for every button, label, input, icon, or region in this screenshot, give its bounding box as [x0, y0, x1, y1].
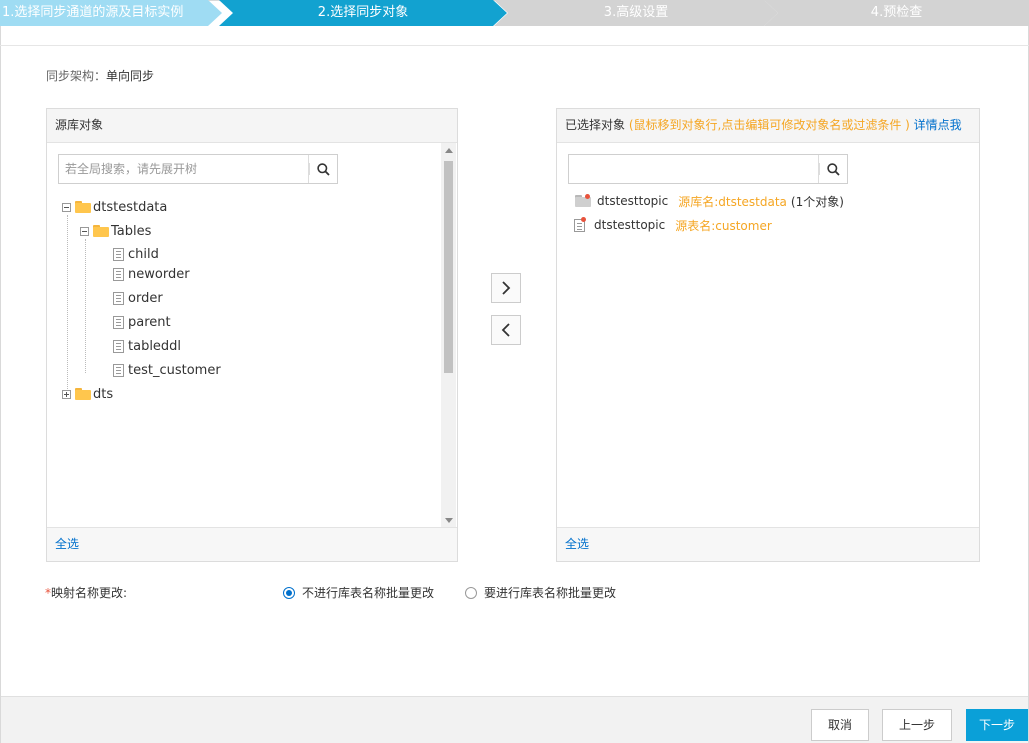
- tree-node-table[interactable]: neworder: [113, 265, 190, 283]
- wizard-steps: 1.选择同步通道的源及目标实例 2.选择同步对象 3.高级设置 4.预检查: [0, 0, 1029, 26]
- footer-bar: [1, 696, 1028, 743]
- cancel-button[interactable]: 取消: [811, 709, 869, 741]
- move-left-button[interactable]: [491, 315, 521, 345]
- source-search-button[interactable]: [308, 155, 337, 183]
- step-3: 3.高级设置: [494, 0, 778, 26]
- tree-guide-line: [67, 215, 68, 397]
- step-3-label: 3.高级设置: [603, 5, 669, 20]
- source-tree-scrollbar[interactable]: [441, 143, 456, 527]
- mapping-rename-label: *映射名称更改:: [45, 584, 127, 601]
- header-divider: [0, 45, 1029, 46]
- scroll-down-arrow[interactable]: [441, 513, 456, 527]
- triangle-up-icon: [444, 147, 453, 153]
- tree-node-label: neworder: [128, 266, 190, 282]
- selected-select-all-link[interactable]: 全选: [565, 537, 589, 551]
- previous-step-button[interactable]: 上一步: [882, 709, 952, 741]
- folder-icon: [75, 388, 91, 400]
- radio-no-rename[interactable]: 不进行库表名称批量更改: [283, 584, 434, 601]
- selected-item-name: dtstesttopic: [594, 218, 666, 232]
- tree-node-table[interactable]: tableddl: [113, 337, 181, 355]
- tree-guide-line: [85, 239, 86, 373]
- tree-node-label: test_customer: [128, 362, 221, 378]
- tree-node-label: order: [128, 290, 163, 306]
- search-icon: [826, 162, 840, 176]
- tree-node-db-dts[interactable]: dts: [62, 385, 113, 403]
- selected-panel-header: 已选择对象 (鼠标移到对象行,点击编辑可修改对象名或过滤条件 ) 详情点我: [557, 109, 979, 143]
- tree-node-label: Tables: [111, 223, 152, 239]
- sync-architecture: 同步架构：单向同步: [46, 67, 154, 84]
- triangle-down-icon: [444, 517, 453, 523]
- sync-architecture-value: 单向同步: [106, 69, 155, 83]
- tree-node-label: parent: [128, 314, 171, 330]
- selected-item-name: dtstesttopic: [597, 194, 669, 208]
- source-objects-panel: 源库对象 dtstestdata Tables child neworder o…: [46, 108, 458, 562]
- table-icon: [113, 315, 124, 329]
- details-link[interactable]: 详情点我: [914, 118, 962, 132]
- selected-item-source: 源库名:dtstestdata: [678, 194, 787, 209]
- selected-panel-hint: (鼠标移到对象行,点击编辑可修改对象名或过滤条件 ): [628, 118, 910, 132]
- expand-icon[interactable]: [62, 389, 71, 399]
- radio-batch-rename[interactable]: 要进行库表名称批量更改: [465, 584, 616, 601]
- selected-item-count: (1个对象): [790, 194, 844, 209]
- tree-node-table[interactable]: child: [113, 245, 159, 263]
- tree-node-tables[interactable]: Tables: [80, 222, 151, 240]
- selected-panel-title: 已选择对象: [565, 118, 626, 132]
- tree-node-label: dtstestdata: [93, 199, 168, 215]
- selected-item-source: 源表名:customer: [675, 218, 772, 233]
- source-search-input[interactable]: [59, 155, 311, 183]
- step-1[interactable]: 1.选择同步通道的源及目标实例: [0, 0, 222, 26]
- sync-architecture-label: 同步架构：: [46, 69, 107, 83]
- selected-item-table[interactable]: dtstesttopic 源表名:customer: [574, 216, 772, 234]
- scroll-up-arrow[interactable]: [441, 143, 456, 157]
- step-2: 2.选择同步对象: [219, 0, 507, 26]
- tree-node-table[interactable]: test_customer: [113, 361, 221, 379]
- search-icon: [316, 162, 330, 176]
- table-icon: [113, 247, 124, 261]
- table-icon: [113, 363, 124, 377]
- chevron-right-icon: [502, 281, 511, 295]
- next-step-button[interactable]: 下一步: [966, 709, 1028, 741]
- chevron-left-icon: [501, 323, 510, 337]
- tree-node-db-dtstestdata[interactable]: dtstestdata: [62, 198, 167, 216]
- tree-node-table[interactable]: parent: [113, 313, 171, 331]
- step-4-label: 4.预检查: [870, 5, 923, 20]
- source-panel-title: 源库对象: [55, 118, 104, 132]
- source-search-box: [58, 154, 338, 184]
- tree-node-label: dts: [93, 386, 114, 402]
- move-right-button[interactable]: [491, 273, 521, 303]
- selected-panel-footer: 全选: [557, 527, 979, 561]
- tree-node-label: tableddl: [128, 338, 182, 354]
- selected-item-db[interactable]: dtstesttopic 源库名:dtstestdata (1个对象): [575, 192, 844, 210]
- selected-search-button[interactable]: [818, 155, 847, 183]
- selected-search-box: [568, 154, 848, 184]
- table-icon: [113, 267, 124, 281]
- modified-dot-icon: [581, 217, 586, 222]
- scroll-thumb[interactable]: [444, 161, 453, 373]
- source-panel-header: 源库对象: [47, 109, 457, 143]
- step-1-label: 1.选择同步通道的源及目标实例: [2, 5, 184, 20]
- collapse-icon[interactable]: [80, 226, 89, 236]
- radio-unselected-icon[interactable]: [465, 586, 477, 599]
- table-icon: [113, 339, 124, 353]
- radio-label: 要进行库表名称批量更改: [484, 586, 617, 600]
- radio-selected-icon[interactable]: [283, 586, 295, 599]
- tree-node-label: child: [128, 246, 159, 262]
- source-select-all-link[interactable]: 全选: [55, 537, 79, 551]
- table-icon: [113, 291, 124, 305]
- tree-node-table[interactable]: order: [113, 289, 163, 307]
- mapping-label-text: 映射名称更改:: [51, 586, 128, 600]
- source-panel-footer: 全选: [47, 527, 457, 561]
- selected-objects-panel: 已选择对象 (鼠标移到对象行,点击编辑可修改对象名或过滤条件 ) 详情点我 dt…: [556, 108, 980, 562]
- folder-icon: [93, 225, 109, 237]
- step-4: 4.预检查: [764, 0, 1029, 26]
- modified-dot-icon: [585, 194, 590, 199]
- collapse-icon[interactable]: [62, 202, 71, 212]
- folder-icon: [75, 201, 91, 213]
- radio-label: 不进行库表名称批量更改: [302, 586, 435, 600]
- selected-search-input[interactable]: [569, 155, 821, 183]
- step-2-label: 2.选择同步对象: [317, 5, 409, 20]
